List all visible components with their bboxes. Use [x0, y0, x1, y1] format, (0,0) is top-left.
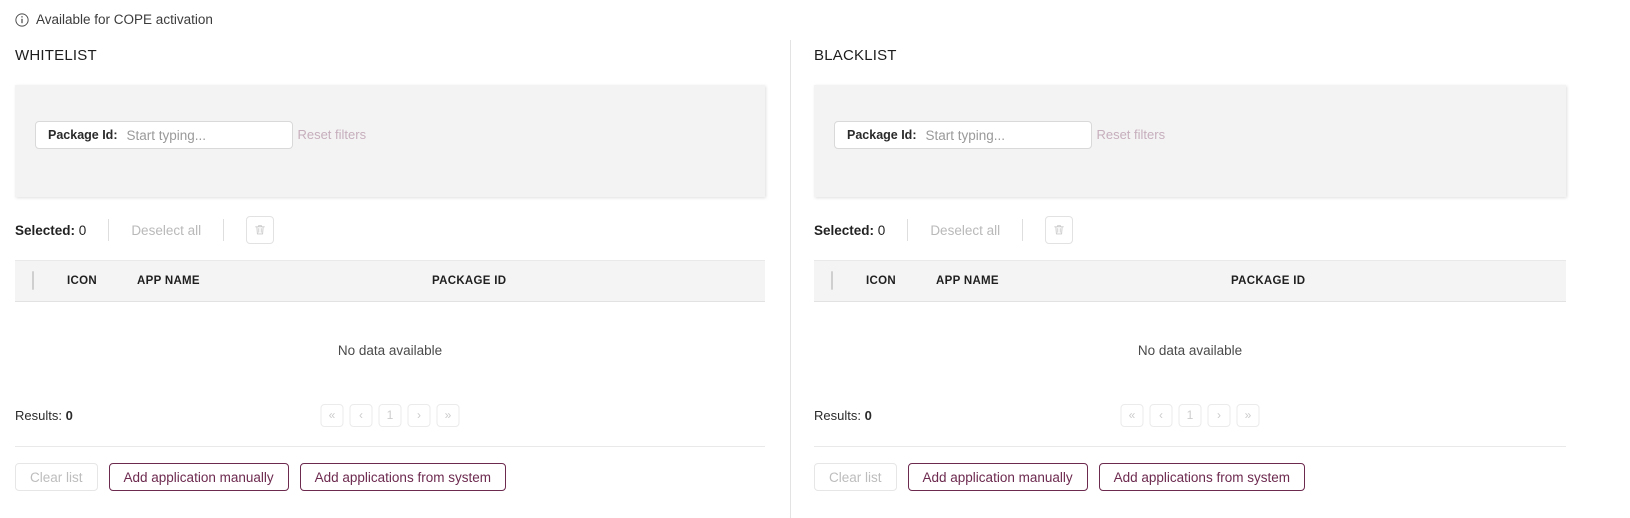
cope-availability-note: Available for COPE activation — [15, 11, 213, 29]
blacklist-results: Results: 0 — [814, 408, 872, 423]
whitelist-page-next[interactable]: › — [407, 403, 431, 427]
whitelist-add-from-system-button[interactable]: Add applications from system — [299, 463, 506, 491]
blacklist-select-all-checkbox[interactable] — [831, 271, 833, 290]
whitelist-delete-button[interactable] — [246, 216, 275, 244]
blacklist-reset-filters[interactable]: Reset filters — [1096, 127, 1165, 142]
whitelist-table-footer: Results: 0 « ‹ 1 › » — [15, 398, 765, 432]
panels-container: WHITELIST Package Id: Reset filters Sele… — [0, 40, 1630, 518]
blacklist-title: BLACKLIST — [814, 47, 897, 64]
whitelist-col-app-name: APP NAME — [137, 275, 200, 287]
whitelist-divider-2 — [223, 219, 225, 241]
whitelist-deselect-all[interactable]: Deselect all — [131, 223, 201, 238]
whitelist-selected-label: Selected: — [15, 222, 76, 238]
whitelist-page-prev[interactable]: ‹ — [349, 403, 373, 427]
whitelist-table: ICON APP NAME PACKAGE ID No data availab… — [15, 260, 775, 432]
trash-icon — [1052, 223, 1066, 237]
whitelist-divider-1 — [108, 219, 110, 241]
blacklist-results-count: 0 — [864, 407, 872, 423]
blacklist-table-header: ICON APP NAME PACKAGE ID — [814, 260, 1566, 302]
whitelist-select-all-cell[interactable] — [15, 271, 67, 290]
blacklist-delete-button[interactable] — [1045, 216, 1074, 244]
blacklist-col-app-name: APP NAME — [936, 275, 999, 287]
whitelist-results-count: 0 — [65, 407, 73, 423]
whitelist-filter-card: Package Id: Reset filters — [15, 85, 765, 197]
whitelist-clear-list-button[interactable]: Clear list — [15, 463, 98, 491]
blacklist-pagination: « ‹ 1 › » — [1120, 403, 1260, 427]
whitelist-actions-divider — [15, 446, 765, 447]
whitelist-select-all-checkbox[interactable] — [32, 271, 34, 290]
blacklist-filter-card: Package Id: Reset filters — [814, 85, 1566, 197]
whitelist-pagination: « ‹ 1 › » — [320, 403, 460, 427]
trash-icon — [253, 223, 267, 237]
blacklist-add-from-system-button[interactable]: Add applications from system — [1098, 463, 1305, 491]
whitelist-package-id-label: Package Id: — [48, 128, 118, 142]
blacklist-page-last[interactable]: » — [1236, 403, 1260, 427]
blacklist-col-package-id: PACKAGE ID — [1231, 275, 1306, 287]
blacklist-page-prev[interactable]: ‹ — [1149, 403, 1173, 427]
blacklist-package-id-filter[interactable]: Package Id: — [834, 121, 1092, 149]
blacklist-selected-value: 0 — [877, 222, 886, 238]
blacklist-package-id-input[interactable] — [925, 127, 1081, 143]
whitelist-package-id-input[interactable] — [126, 127, 282, 143]
whitelist-page-1[interactable]: 1 — [378, 403, 402, 427]
whitelist-empty-state: No data available — [337, 342, 443, 358]
whitelist-page-first[interactable]: « — [320, 403, 344, 427]
whitelist-selected-count: Selected: 0 — [15, 223, 86, 238]
whitelist-page-last[interactable]: » — [436, 403, 460, 427]
whitelist-title: WHITELIST — [15, 47, 97, 64]
cope-availability-text: Available for COPE activation — [36, 12, 213, 27]
whitelist-results-label: Results: — [15, 407, 62, 423]
blacklist-divider-1 — [907, 219, 909, 241]
blacklist-selected-count: Selected: 0 — [814, 223, 885, 238]
whitelist-reset-filters[interactable]: Reset filters — [297, 127, 366, 142]
info-circle-icon — [15, 13, 29, 27]
blacklist-table-footer: Results: 0 « ‹ 1 › » — [814, 398, 1566, 432]
blacklist-panel: BLACKLIST Package Id: Reset filters Sele… — [790, 40, 1630, 518]
whitelist-package-id-filter[interactable]: Package Id: — [35, 121, 293, 149]
blacklist-select-all-cell[interactable] — [814, 271, 866, 290]
whitelist-table-header: ICON APP NAME PACKAGE ID — [15, 260, 765, 302]
whitelist-results: Results: 0 — [15, 408, 73, 423]
blacklist-actions: Clear list Add application manually Add … — [814, 463, 1615, 491]
blacklist-table: ICON APP NAME PACKAGE ID No data availab… — [814, 260, 1615, 432]
whitelist-panel: WHITELIST Package Id: Reset filters Sele… — [0, 40, 790, 518]
whitelist-selection-toolbar: Selected: 0 Deselect all — [15, 214, 775, 246]
blacklist-results-label: Results: — [814, 407, 861, 423]
whitelist-actions: Clear list Add application manually Add … — [15, 463, 775, 491]
blacklist-actions-divider — [814, 446, 1566, 447]
blacklist-col-icon: ICON — [866, 275, 896, 287]
whitelist-selected-value: 0 — [78, 222, 87, 238]
blacklist-clear-list-button[interactable]: Clear list — [814, 463, 897, 491]
blacklist-selected-label: Selected: — [814, 222, 875, 238]
blacklist-selection-toolbar: Selected: 0 Deselect all — [814, 214, 1615, 246]
whitelist-add-manually-button[interactable]: Add application manually — [108, 463, 289, 491]
blacklist-page-first[interactable]: « — [1120, 403, 1144, 427]
blacklist-divider-2 — [1022, 219, 1024, 241]
blacklist-page-next[interactable]: › — [1207, 403, 1231, 427]
blacklist-add-manually-button[interactable]: Add application manually — [907, 463, 1088, 491]
blacklist-page-1[interactable]: 1 — [1178, 403, 1202, 427]
whitelist-col-icon: ICON — [67, 275, 97, 287]
blacklist-empty-state: No data available — [1137, 342, 1243, 358]
blacklist-deselect-all[interactable]: Deselect all — [930, 223, 1000, 238]
app-lists-page: Available for COPE activation WHITELIST … — [0, 0, 1630, 518]
blacklist-package-id-label: Package Id: — [847, 128, 917, 142]
whitelist-col-package-id: PACKAGE ID — [432, 275, 507, 287]
